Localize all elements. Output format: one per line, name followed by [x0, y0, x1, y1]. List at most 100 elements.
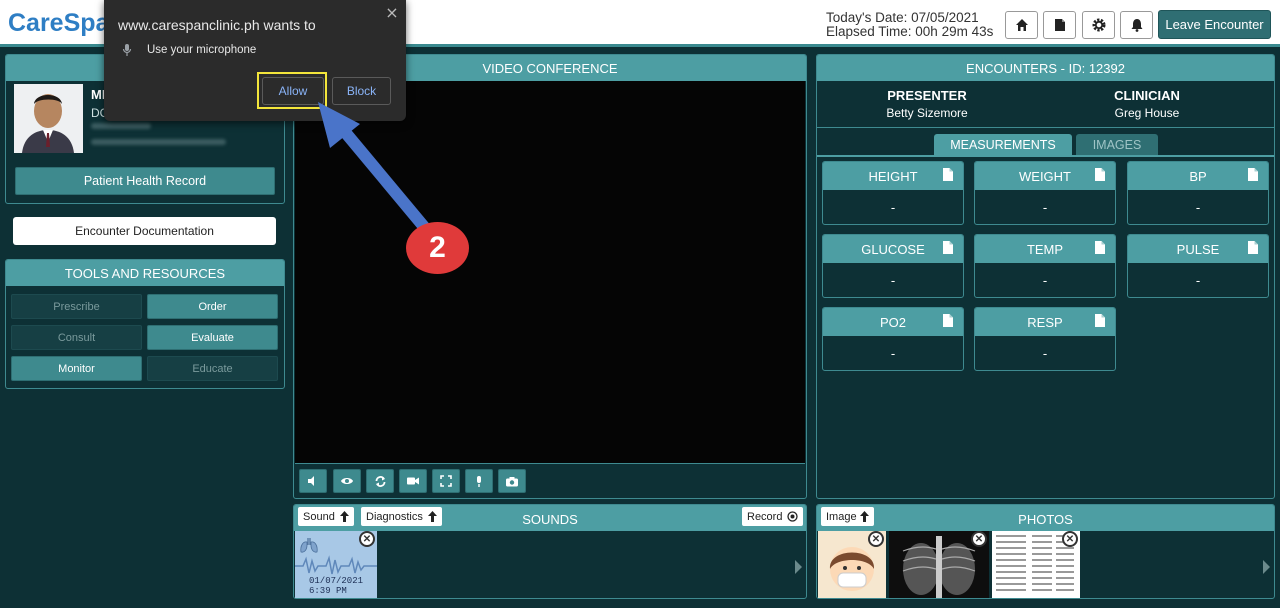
switch-camera-button[interactable] [366, 469, 394, 493]
document-icon [943, 314, 953, 327]
measurement-value: - [1042, 345, 1048, 361]
measurement-resp[interactable]: RESP - [974, 307, 1116, 371]
document-icon [1248, 168, 1258, 181]
presenter-label: PRESENTER [887, 88, 967, 103]
snapshot-button[interactable] [498, 469, 526, 493]
gear-icon [1092, 18, 1105, 32]
close-icon: ✕ [362, 533, 372, 545]
presenter-block: PRESENTER Betty Sizemore [867, 88, 987, 120]
presenter-name: Betty Sizemore [886, 106, 968, 120]
home-button[interactable] [1005, 11, 1038, 39]
encounters-divider [817, 127, 1274, 128]
encounter-timing: Today's Date: 07/05/2021 Elapsed Time: 0… [826, 11, 993, 39]
upload-arrow-icon [340, 511, 349, 522]
microphone-icon [122, 44, 132, 56]
diagnostics-upload-button[interactable]: Diagnostics [361, 507, 442, 526]
document-icon [943, 168, 953, 181]
tools-header: TOOLS AND RESOURCES [6, 260, 284, 286]
microphone-button[interactable] [465, 469, 493, 493]
image-upload-button[interactable]: Image [821, 507, 874, 526]
sound-clip-date: 01/07/2021 [309, 576, 364, 586]
upload-arrow-icon [860, 511, 869, 522]
record-button-label: Record [747, 510, 783, 523]
measurement-value: - [890, 199, 896, 215]
close-icon: × [385, 2, 399, 22]
measurement-glucose[interactable]: GLUCOSE - [822, 234, 964, 298]
patient-detail-blurred [91, 123, 151, 129]
close-icon: ✕ [871, 533, 881, 545]
tab-measurements[interactable]: MEASUREMENTS [934, 134, 1072, 156]
measurement-label: BP [1189, 168, 1207, 184]
encounter-documentation-button[interactable]: Encounter Documentation [13, 217, 276, 245]
todays-date: Today's Date: 07/05/2021 [826, 10, 979, 25]
tool-consult[interactable]: Consult [11, 325, 142, 350]
sound-button-label: Sound [303, 510, 335, 523]
tabs-underline [817, 155, 1274, 157]
clinician-label: CLINICIAN [1114, 88, 1180, 103]
measurement-value: - [890, 272, 896, 288]
measurement-label: GLUCOSE [861, 241, 925, 257]
tool-evaluate[interactable]: Evaluate [147, 325, 278, 350]
photos-title: PHOTOS [1018, 512, 1073, 527]
patient-detail-blurred-2 [91, 139, 226, 145]
encounters-header: ENCOUNTERS - ID: 12392 [817, 55, 1274, 81]
notifications-button[interactable] [1120, 11, 1153, 39]
view-toggle-button[interactable] [333, 469, 361, 493]
measurement-bp[interactable]: BP - [1127, 161, 1269, 225]
sounds-scroll-right[interactable] [795, 560, 802, 574]
document-icon [1095, 241, 1105, 254]
delete-photo-2-button[interactable]: ✕ [971, 531, 987, 547]
measurement-pulse[interactable]: PULSE - [1127, 234, 1269, 298]
upload-arrow-icon [428, 511, 437, 522]
measurement-weight[interactable]: WEIGHT - [974, 161, 1116, 225]
document-icon [1248, 241, 1258, 254]
document-icon [1095, 314, 1105, 327]
speaker-button[interactable] [299, 469, 327, 493]
lungs-icon [300, 538, 318, 553]
elapsed-time: Elapsed Time: 00h 29m 43s [826, 24, 994, 39]
measurement-value: - [1195, 199, 1201, 215]
camera-icon [407, 477, 419, 485]
microphone-icon [477, 475, 481, 487]
measurement-label: PO2 [879, 314, 906, 330]
diagnostics-button-label: Diagnostics [366, 510, 423, 523]
delete-sound-button[interactable]: ✕ [359, 531, 375, 547]
step-number: 2 [429, 231, 446, 264]
speaker-icon [308, 476, 314, 486]
home-icon [1015, 19, 1028, 31]
sound-upload-button[interactable]: Sound [298, 507, 354, 526]
delete-photo-3-button[interactable]: ✕ [1062, 531, 1078, 547]
leave-encounter-button[interactable]: Leave Encounter [1158, 10, 1271, 39]
tool-order[interactable]: Order [147, 294, 278, 319]
tab-images[interactable]: IMAGES [1076, 134, 1158, 156]
photos-header: PHOTOS [817, 505, 1274, 531]
sound-clip-time: 6:39 PM [309, 586, 347, 596]
popup-close-button[interactable]: × [384, 2, 400, 22]
settings-button[interactable] [1082, 11, 1115, 39]
patient-health-record-button[interactable]: Patient Health Record [15, 167, 275, 195]
document-icon [1054, 19, 1065, 31]
measurement-temp[interactable]: TEMP - [974, 234, 1116, 298]
tool-prescribe[interactable]: Prescribe [11, 294, 142, 319]
photos-scroll-right[interactable] [1263, 560, 1270, 574]
fullscreen-button[interactable] [432, 469, 460, 493]
delete-photo-1-button[interactable]: ✕ [868, 531, 884, 547]
record-button[interactable]: Record [742, 507, 803, 526]
measurement-label: RESP [1027, 314, 1063, 330]
record-icon [787, 511, 798, 522]
close-icon: ✕ [1065, 533, 1075, 545]
sounds-title: SOUNDS [522, 512, 578, 527]
clinician-name: Greg House [1114, 106, 1180, 120]
measurement-po2[interactable]: PO2 - [822, 307, 964, 371]
document-icon [1095, 168, 1105, 181]
tool-monitor[interactable]: Monitor [11, 356, 142, 381]
measurement-height[interactable]: HEIGHT - [822, 161, 964, 225]
refresh-icon [375, 475, 385, 487]
video-toggle-button[interactable] [399, 469, 427, 493]
documents-button[interactable] [1043, 11, 1076, 39]
eye-icon [341, 478, 353, 484]
tool-educate[interactable]: Educate [147, 356, 278, 381]
step-number-badge: 2 [406, 222, 469, 274]
measurement-label: WEIGHT [1019, 168, 1071, 184]
document-icon [943, 241, 953, 254]
